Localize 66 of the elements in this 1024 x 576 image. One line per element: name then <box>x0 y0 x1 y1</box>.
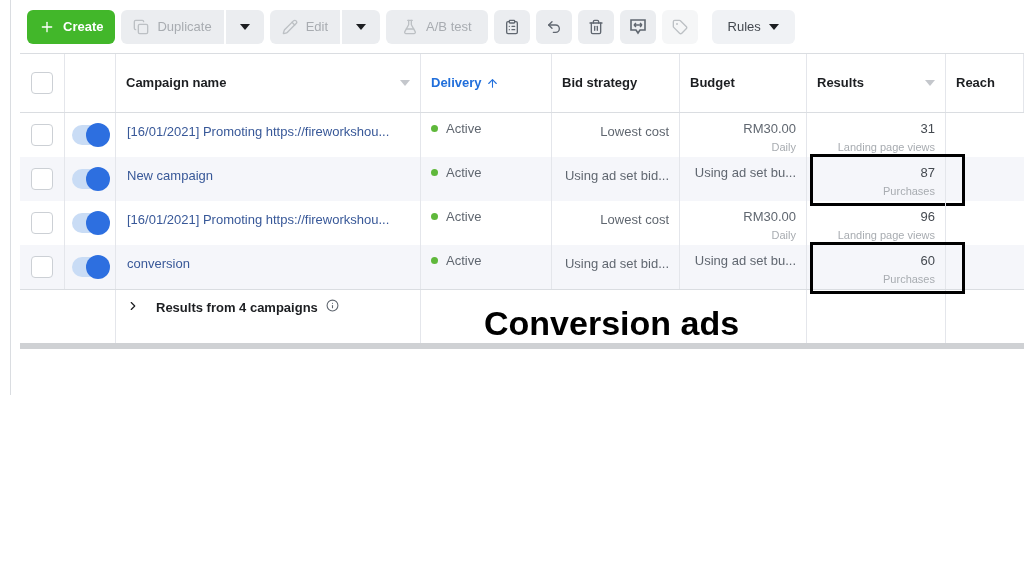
bid-strategy-text: Lowest cost <box>600 124 669 139</box>
copy-icon <box>133 19 150 35</box>
bid-strategy-text: Using ad set bid... <box>564 256 669 271</box>
trash-icon <box>587 19 604 35</box>
result-type: Landing page views <box>837 227 935 243</box>
toggle-switch[interactable] <box>72 257 108 277</box>
pencil-icon <box>281 19 298 35</box>
column-header[interactable]: Reach <box>946 54 1024 112</box>
undo-button[interactable] <box>535 10 572 44</box>
delivery-status: Active <box>446 120 482 138</box>
caret-icon <box>356 24 367 30</box>
delivery-status: Active <box>446 164 482 182</box>
delivery-status: Active <box>446 252 482 270</box>
caret-icon <box>768 24 779 30</box>
caret-icon <box>400 80 410 86</box>
budget-period: Daily <box>771 227 796 243</box>
caret-icon <box>239 24 250 30</box>
column-header[interactable]: Campaign name <box>116 54 421 112</box>
swap-button[interactable] <box>619 10 656 44</box>
clipboard-button[interactable] <box>493 10 530 44</box>
checkbox[interactable] <box>31 168 53 190</box>
annotation-text: Conversion ads <box>484 303 740 344</box>
budget-text: RM30.00 <box>743 120 796 138</box>
dropdown-button[interactable] <box>342 10 381 44</box>
tag-icon <box>671 19 688 35</box>
bid-strategy-text: Lowest cost <box>600 212 669 227</box>
result-count: 31 <box>920 120 935 138</box>
summary-text: Results from 4 campaigns <box>156 299 318 317</box>
checkbox[interactable] <box>31 124 53 146</box>
caret-icon <box>925 80 935 86</box>
toggle-switch[interactable] <box>72 169 108 189</box>
budget-text: RM30.00 <box>743 208 796 226</box>
trash-button[interactable] <box>577 10 614 44</box>
result-type: Landing page views <box>837 139 935 155</box>
delivery-status: Active <box>446 208 482 226</box>
toggle-switch[interactable] <box>72 213 108 233</box>
dropdown-button[interactable] <box>225 10 264 44</box>
plus-icon <box>39 19 55 35</box>
flask-icon <box>402 19 419 35</box>
bid-strategy-text: Using ad set bid... <box>564 168 669 183</box>
sort-arrow-icon <box>485 76 499 90</box>
budget-text: Using ad set bu... <box>694 164 796 182</box>
column-header[interactable]: Delivery <box>421 54 552 112</box>
campaign-name-link[interactable]: conversion <box>127 256 190 271</box>
result-type: Purchases <box>883 183 935 199</box>
budget-period: Daily <box>771 139 796 155</box>
column-header[interactable]: Results <box>807 54 946 112</box>
campaign-name-link[interactable]: [16/01/2021] Promoting https://fireworkshou... <box>127 124 390 139</box>
column-header[interactable]: Bid strategy <box>552 54 680 112</box>
clipboard-icon <box>503 19 520 35</box>
checkbox[interactable] <box>31 72 53 94</box>
campaign-name-link[interactable]: [16/01/2021] Promoting https://fireworkshou... <box>127 212 390 227</box>
result-count: 96 <box>920 208 935 226</box>
campaign-name-link[interactable]: New campaign <box>127 168 213 183</box>
result-type: Purchases <box>883 271 935 287</box>
info-icon <box>325 299 339 312</box>
result-count: 87 <box>920 164 935 182</box>
toggle-switch[interactable] <box>72 125 108 145</box>
screen-arrows-icon <box>628 18 647 36</box>
checkbox[interactable] <box>31 212 53 234</box>
column-header[interactable]: Budget <box>680 54 807 112</box>
undo-icon <box>545 19 562 35</box>
budget-text: Using ad set bu... <box>694 252 796 270</box>
checkbox[interactable] <box>31 256 53 278</box>
rules-dropdown[interactable]: Rules <box>711 10 795 44</box>
result-count: 60 <box>920 252 935 270</box>
